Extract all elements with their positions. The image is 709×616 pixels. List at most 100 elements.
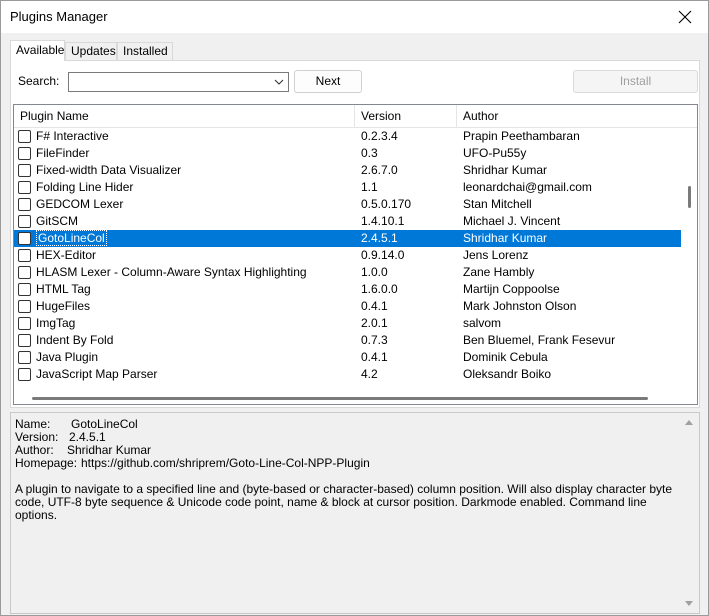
table-row[interactable]: FileFinder 0.3 UFO-Pu55y <box>14 145 681 162</box>
install-checkbox[interactable] <box>18 317 31 330</box>
detail-version-value: 2.4.5.1 <box>69 430 106 444</box>
table-row[interactable]: JavaScript Map Parser 4.2 Oleksandr Boiko <box>14 366 681 383</box>
scroll-up-icon[interactable] <box>684 418 694 426</box>
cell-plugin-name: GitSCM <box>36 213 354 230</box>
plugin-name-text: HLASM Lexer - Column-Aware Syntax Highli… <box>36 265 307 279</box>
close-button[interactable] <box>662 1 708 33</box>
plugin-name-text: Java Plugin <box>36 350 99 364</box>
list-rows: F# Interactive 0.2.3.4 Prapin Peethambaran… <box>14 128 681 392</box>
scroll-down-icon[interactable] <box>684 600 694 608</box>
install-checkbox[interactable] <box>18 215 31 228</box>
plugin-name-text: HTML Tag <box>36 282 91 296</box>
cell-author: salvom <box>463 316 502 330</box>
install-checkbox[interactable] <box>18 283 31 296</box>
install-checkbox[interactable] <box>18 249 31 262</box>
plugin-name-text: HEX-Editor <box>36 248 97 262</box>
table-row[interactable]: ImgTag 2.0.1 salvom <box>14 315 681 332</box>
plugin-name-text: FileFinder <box>36 146 90 160</box>
cell-version: 2.4.5.1 <box>361 231 398 245</box>
close-icon <box>678 10 692 24</box>
cell-author: Ben Bluemel, Frank Fesevur <box>463 333 616 347</box>
install-checkbox[interactable] <box>18 164 31 177</box>
table-row[interactable]: HTML Tag 1.6.0.0 Martijn Coppoolse <box>14 281 681 298</box>
title-bar: Plugins Manager <box>1 1 708 33</box>
chevron-down-icon[interactable] <box>273 77 285 87</box>
horizontal-scroll-thumb[interactable] <box>32 397 648 400</box>
cell-plugin-name: GEDCOM Lexer <box>36 196 354 213</box>
cell-plugin-name: HEX-Editor <box>36 247 354 264</box>
cell-author: Jens Lorenz <box>463 248 529 262</box>
plugin-name-text: ImgTag <box>36 316 76 330</box>
detail-author-value: Shridhar Kumar <box>67 443 152 457</box>
window-title: Plugins Manager <box>10 9 108 24</box>
install-checkbox[interactable] <box>18 181 31 194</box>
cell-version: 0.3 <box>361 146 378 160</box>
install-checkbox[interactable] <box>18 266 31 279</box>
install-checkbox[interactable] <box>18 198 31 211</box>
cell-plugin-name: JavaScript Map Parser <box>36 366 354 383</box>
vertical-scrollbar[interactable] <box>683 128 697 392</box>
install-checkbox[interactable] <box>18 351 31 364</box>
detail-author-label: Author: <box>15 443 54 457</box>
table-row[interactable]: GitSCM 1.4.10.1 Michael J. Vincent <box>14 213 681 230</box>
cell-version: 1.6.0.0 <box>361 282 398 296</box>
table-row[interactable]: Indent By Fold 0.7.3 Ben Bluemel, Frank Fe… <box>14 332 681 349</box>
list-header: Plugin Name Version Author <box>14 105 697 128</box>
table-row[interactable]: HugeFiles 0.4.1 Mark Johnston Olson <box>14 298 681 315</box>
cell-author: Stan Mitchell <box>463 197 532 211</box>
vertical-scroll-thumb[interactable] <box>688 186 691 208</box>
cell-author: UFO-Pu55y <box>463 146 527 160</box>
cell-author: Dominik Cebula <box>463 350 548 364</box>
horizontal-scrollbar[interactable] <box>14 392 683 404</box>
tab-installed[interactable]: Installed <box>117 42 173 60</box>
tab-strip: Available Updates Installed <box>10 40 700 61</box>
cell-plugin-name: Folding Line Hider <box>36 179 354 196</box>
cell-plugin-name: ImgTag <box>36 315 354 332</box>
cell-version: 2.0.1 <box>361 316 388 330</box>
column-header-version[interactable]: Version <box>355 105 457 128</box>
install-checkbox[interactable] <box>18 368 31 381</box>
detail-name-value: GotoLineCol <box>71 417 138 431</box>
install-button[interactable]: Install <box>573 70 698 93</box>
detail-homepage-value[interactable]: https://github.com/shriprem/Goto-Line-Co… <box>81 456 370 470</box>
search-combobox[interactable] <box>68 72 289 92</box>
plugin-list[interactable]: Plugin Name Version Author F# Interactiv… <box>13 104 698 405</box>
cell-author: Prapin Peethambaran <box>463 129 580 143</box>
table-row[interactable]: GotoLineCol 2.4.5.1 Shridhar Kumar <box>14 230 681 247</box>
tab-available[interactable]: Available <box>10 40 65 61</box>
column-header-plugin-name[interactable]: Plugin Name <box>14 105 355 128</box>
plugin-name-text: HugeFiles <box>36 299 91 313</box>
cell-author: Oleksandr Boiko <box>463 367 552 381</box>
table-row[interactable]: F# Interactive 0.2.3.4 Prapin Peethambaran <box>14 128 681 145</box>
cell-version: 4.2 <box>361 367 378 381</box>
install-checkbox[interactable] <box>18 232 31 245</box>
cell-plugin-name: F# Interactive <box>36 128 354 145</box>
table-row[interactable]: Java Plugin 0.4.1 Dominik Cebula <box>14 349 681 366</box>
table-row[interactable]: HEX-Editor 0.9.14.0 Jens Lorenz <box>14 247 681 264</box>
table-row[interactable]: Fixed-width Data Visualizer 2.6.7.0 Shridh… <box>14 162 681 179</box>
install-checkbox[interactable] <box>18 130 31 143</box>
cell-plugin-name: Indent By Fold <box>36 332 354 349</box>
install-checkbox[interactable] <box>18 147 31 160</box>
cell-version: 0.2.3.4 <box>361 129 398 143</box>
cell-version: 0.4.1 <box>361 350 388 364</box>
table-row[interactable]: HLASM Lexer - Column-Aware Syntax Highli… <box>14 264 681 281</box>
cell-author: Shridhar Kumar <box>463 163 548 177</box>
plugin-name-text: Fixed-width Data Visualizer <box>36 163 182 177</box>
cell-plugin-name: HugeFiles <box>36 298 354 315</box>
table-row[interactable]: Folding Line Hider 1.1 leonardchai@gmail.c… <box>14 179 681 196</box>
plugin-name-text: GEDCOM Lexer <box>36 197 124 211</box>
cell-version: 0.5.0.170 <box>361 197 412 211</box>
tab-updates[interactable]: Updates <box>65 42 117 60</box>
next-button[interactable]: Next <box>294 70 362 93</box>
install-checkbox[interactable] <box>18 300 31 313</box>
column-header-author[interactable]: Author <box>457 105 697 128</box>
cell-author: Zane Hambly <box>463 265 535 279</box>
plugin-name-text: Folding Line Hider <box>36 180 134 194</box>
plugin-name-text: GotoLineCol <box>36 230 107 246</box>
cell-version: 1.1 <box>361 180 378 194</box>
search-input[interactable] <box>69 73 264 91</box>
table-row[interactable]: GEDCOM Lexer 0.5.0.170 Stan Mitchell <box>14 196 681 213</box>
cell-author: Michael J. Vincent <box>463 214 561 228</box>
install-checkbox[interactable] <box>18 334 31 347</box>
